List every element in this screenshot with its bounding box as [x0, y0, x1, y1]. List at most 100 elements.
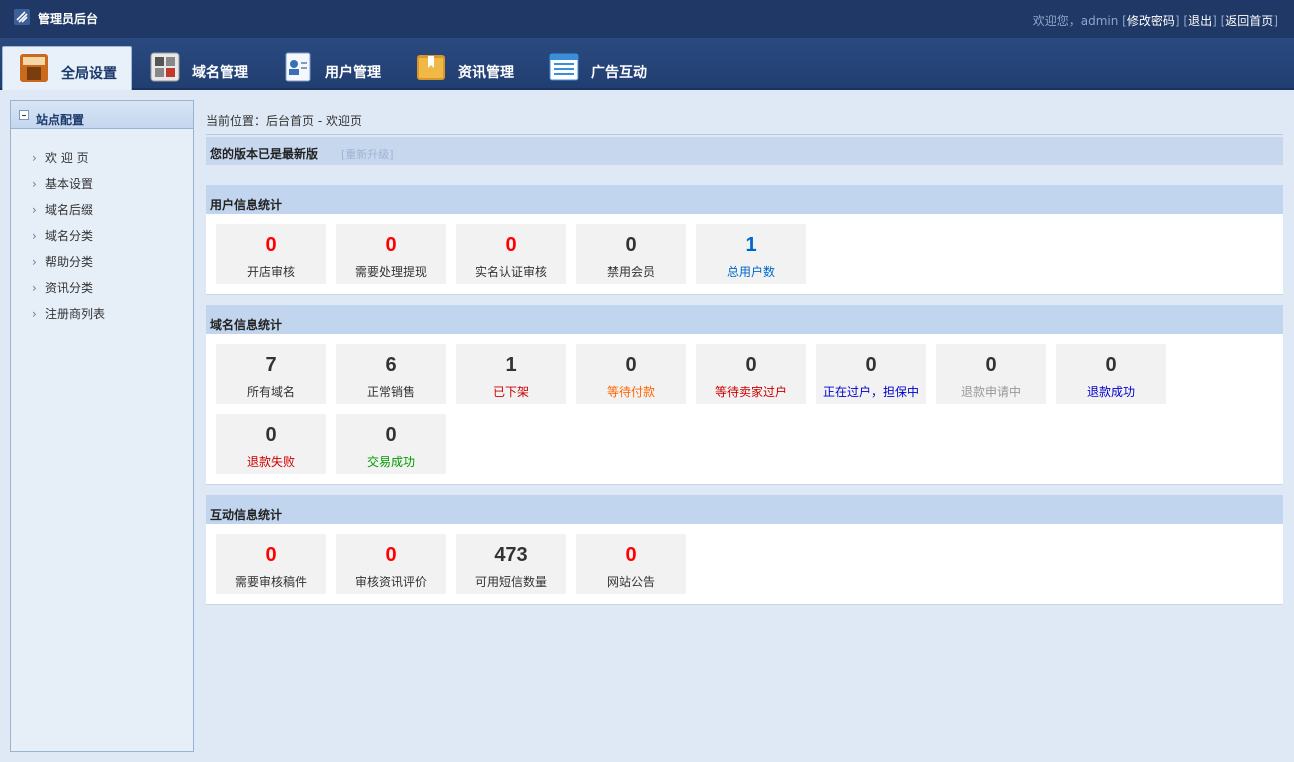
- stat-card[interactable]: 0 退款申请中: [936, 344, 1046, 404]
- tab-news-management[interactable]: 资讯管理: [400, 46, 530, 90]
- stat-card[interactable]: 7 所有域名: [216, 344, 326, 404]
- stat-card[interactable]: 0 需要审核稿件: [216, 534, 326, 594]
- tab-label: 域名管理: [192, 65, 248, 81]
- home-link[interactable]: 返回首页: [1225, 14, 1273, 28]
- panel-title: 互动信息统计: [210, 508, 283, 522]
- logout-link[interactable]: 退出: [1188, 14, 1212, 28]
- panel-header: 用户信息统计: [206, 185, 1283, 214]
- stat-card[interactable]: 0 实名认证审核: [456, 224, 566, 284]
- sidebar-item-welcome[interactable]: › 欢 迎 页: [11, 145, 193, 171]
- stat-label: 可用短信数量: [474, 575, 547, 589]
- stat-card[interactable]: 0 退款成功: [1056, 344, 1166, 404]
- stat-card[interactable]: 0 禁用会员: [576, 224, 686, 284]
- stat-label: 所有域名: [246, 385, 295, 399]
- upgrade-link[interactable]: [重新升级]: [341, 146, 394, 162]
- list-window-icon: [549, 53, 579, 81]
- stat-card[interactable]: 1 总用户数: [696, 224, 806, 284]
- stat-value: 0: [385, 424, 397, 446]
- settings-box-icon: [20, 54, 48, 82]
- sidebar-item-registrar-list[interactable]: › 注册商列表: [11, 301, 193, 327]
- collapse-icon[interactable]: [19, 110, 29, 120]
- divider: [206, 134, 1283, 135]
- chevron-right-icon: ›: [32, 203, 37, 217]
- domain-stats-panel: 域名信息统计 7 所有域名 6 正常销售 1 已下架 0 等待付款 0 等待卖家过户 0 正…: [206, 305, 1283, 485]
- stat-label: 正在过户，担保中: [822, 385, 919, 399]
- stat-value: 0: [385, 544, 397, 566]
- stat-label: 已下架: [492, 385, 529, 399]
- chevron-right-icon: ›: [32, 177, 37, 191]
- stat-card[interactable]: 0 开店审核: [216, 224, 326, 284]
- sidebar-item-domain-category[interactable]: › 域名分类: [11, 223, 193, 249]
- sidebar-item-basic-settings[interactable]: › 基本设置: [11, 171, 193, 197]
- chevron-right-icon: ›: [32, 307, 37, 321]
- folder-bookmark-icon: [417, 55, 445, 80]
- panel-header: 互动信息统计: [206, 495, 1283, 524]
- chevron-right-icon: ›: [32, 151, 37, 165]
- sidebar-item-label: 欢 迎 页: [45, 151, 89, 165]
- stat-value: 0: [265, 544, 277, 566]
- stat-label: 总用户数: [726, 265, 775, 279]
- app-title: 管理员后台: [38, 12, 99, 26]
- sidebar-item-label: 资讯分类: [45, 281, 94, 295]
- stat-card[interactable]: 0 等待卖家过户: [696, 344, 806, 404]
- stat-value: 0: [625, 354, 637, 376]
- sidebar-header[interactable]: 站点配置: [11, 101, 193, 129]
- tab-label: 全局设置: [61, 66, 117, 82]
- stat-value: 0: [505, 234, 517, 256]
- stat-card[interactable]: 0 正在过户，担保中: [816, 344, 926, 404]
- stat-card[interactable]: 0 需要处理提现: [336, 224, 446, 284]
- top-bar: 管理员后台 欢迎您，admin [修改密码] [退出] [返回首页]: [0, 0, 1294, 38]
- stat-label: 等待付款: [606, 385, 655, 399]
- sidebar-item-label: 帮助分类: [45, 255, 94, 269]
- version-text: 您的版本已是最新版: [210, 147, 319, 161]
- panel-title: 域名信息统计: [210, 318, 283, 332]
- stat-card[interactable]: 0 审核资讯评价: [336, 534, 446, 594]
- tab-ad-interaction[interactable]: 广告互动: [533, 46, 663, 90]
- breadcrumb: 当前位置：后台首页 - 欢迎页: [206, 114, 362, 128]
- stat-value: 0: [385, 234, 397, 256]
- stat-card[interactable]: 0 交易成功: [336, 414, 446, 474]
- stat-label: 退款失败: [246, 455, 295, 469]
- change-password-link[interactable]: 修改密码: [1127, 14, 1175, 28]
- stat-card[interactable]: 0 退款失败: [216, 414, 326, 474]
- sidebar-item-label: 域名后缀: [45, 203, 94, 217]
- stat-label: 开店审核: [246, 265, 295, 279]
- stat-card[interactable]: 6 正常销售: [336, 344, 446, 404]
- stat-value: 7: [265, 354, 277, 376]
- stat-card[interactable]: 0 等待付款: [576, 344, 686, 404]
- sidebar-item-label: 基本设置: [45, 177, 94, 191]
- stat-label: 禁用会员: [606, 265, 655, 279]
- tab-label: 广告互动: [591, 65, 647, 81]
- stat-value: 473: [494, 544, 528, 566]
- stat-value: 6: [385, 354, 397, 376]
- tab-user-management[interactable]: 用户管理: [267, 46, 397, 90]
- stat-card[interactable]: 1 已下架: [456, 344, 566, 404]
- tab-domain-management[interactable]: 域名管理: [134, 46, 264, 90]
- sidebar-item-label: 域名分类: [45, 229, 94, 243]
- sidebar-menu: › 欢 迎 页 › 基本设置 › 域名后缀 › 域名分类 › 帮助分类 › 资讯分类 › 注册…: [11, 145, 193, 327]
- stat-value: 0: [625, 544, 637, 566]
- version-bar: 您的版本已是最新版 [重新升级]: [206, 137, 1283, 165]
- stat-card[interactable]: 473 可用短信数量: [456, 534, 566, 594]
- panel-header: 域名信息统计: [206, 305, 1283, 334]
- stat-card[interactable]: 0 网站公告: [576, 534, 686, 594]
- stat-value: 0: [265, 234, 277, 256]
- user-links: 欢迎您，admin [修改密码] [退出] [返回首页]: [1032, 14, 1278, 28]
- stat-value: 0: [265, 424, 277, 446]
- sidebar: 站点配置 › 欢 迎 页 › 基本设置 › 域名后缀 › 域名分类 › 帮助分类 › 资讯分…: [10, 100, 194, 752]
- stat-value: 1: [505, 354, 517, 376]
- stat-value: 0: [745, 354, 757, 376]
- stat-label: 审核资讯评价: [354, 575, 427, 589]
- user-card-icon: [285, 52, 311, 82]
- welcome-text: 欢迎您，admin: [1032, 14, 1119, 28]
- tab-label: 资讯管理: [458, 65, 514, 81]
- sidebar-item-help-category[interactable]: › 帮助分类: [11, 249, 193, 275]
- stat-value: 0: [865, 354, 877, 376]
- stat-value: 0: [985, 354, 997, 376]
- sidebar-item-domain-suffix[interactable]: › 域名后缀: [11, 197, 193, 223]
- logo-icon: [14, 9, 30, 25]
- tab-label: 用户管理: [325, 65, 381, 81]
- tab-global-settings[interactable]: 全局设置: [2, 46, 132, 90]
- sidebar-item-news-category[interactable]: › 资讯分类: [11, 275, 193, 301]
- stat-label: 退款成功: [1086, 385, 1135, 399]
